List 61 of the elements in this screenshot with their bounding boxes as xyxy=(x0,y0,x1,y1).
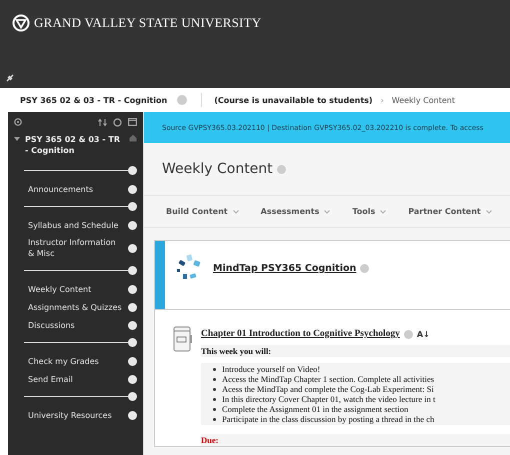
options-menu-icon[interactable] xyxy=(128,410,137,420)
university-name: GRAND VALLEY STATE UNIVERSITY xyxy=(34,15,262,31)
course-menu-link[interactable]: University Resources xyxy=(28,410,124,420)
menu-divider-handle[interactable] xyxy=(24,264,137,276)
toolbar-menu-button[interactable]: Partner Content xyxy=(408,207,492,216)
bullet-icon xyxy=(213,388,216,390)
bullet-icon xyxy=(213,418,216,420)
course-menu-title[interactable]: PSY 365 02 & 03 - TR - Cognition xyxy=(25,134,124,156)
course-status-text: (Course is unavailable to students) xyxy=(214,96,373,104)
course-menu-link[interactable]: Announcements xyxy=(28,184,124,194)
page-title: Weekly Content xyxy=(162,161,273,177)
course-menu-link[interactable]: Weekly Content xyxy=(28,284,124,294)
caret-icon xyxy=(380,210,386,214)
course-breadcrumb-link[interactable]: PSY 365 02 & 03 - TR - Cognition xyxy=(20,96,168,104)
drag-handle[interactable] xyxy=(155,241,165,309)
bullet-icon xyxy=(213,408,216,410)
task-list-item: Participate in the class discussion by posting a thread in the ch xyxy=(222,414,434,424)
caret-icon xyxy=(324,210,330,214)
task-list-item: Introduce yourself on Video! xyxy=(222,364,320,374)
due-label: Due: xyxy=(201,434,510,446)
toolbar-menu-button[interactable]: Assessments xyxy=(260,207,330,216)
course-menu-link[interactable]: Syllabus and Schedule xyxy=(28,220,124,230)
tool-link[interactable]: MindTap PSY365 Cognition xyxy=(213,263,356,274)
course-menu-link[interactable]: Discussions xyxy=(28,320,124,330)
expand-caret-icon[interactable] xyxy=(14,137,20,141)
settings-icon[interactable] xyxy=(14,118,22,126)
options-menu-icon[interactable] xyxy=(128,220,137,230)
menu-divider-handle[interactable] xyxy=(24,390,137,402)
folder-icon[interactable] xyxy=(128,118,137,126)
course-menu-link[interactable]: Instructor Information & Misc xyxy=(28,237,124,259)
course-menu-link[interactable]: Check my Grades xyxy=(28,356,124,366)
options-menu-icon[interactable] xyxy=(128,184,137,194)
caret-icon xyxy=(486,210,492,214)
menu-divider-handle[interactable] xyxy=(24,164,137,176)
mindtap-logo-icon xyxy=(175,253,203,281)
toolbar-menu-button[interactable]: Tools xyxy=(352,207,386,216)
item-title-link[interactable]: Chapter 01 Introduction to Cognitive Psychology xyxy=(201,329,400,339)
bullet-icon xyxy=(213,398,216,400)
task-list-item: In this directory Cover Chapter 01, watch the video lecture in t xyxy=(222,394,436,404)
bullet-icon xyxy=(213,368,216,370)
options-menu-icon[interactable] xyxy=(128,244,137,252)
current-page-breadcrumb: Weekly Content xyxy=(392,96,455,104)
menu-divider-handle[interactable] xyxy=(24,336,137,348)
task-list-item: Access the MindTap Chapter 1 section. Complete all activities xyxy=(222,374,434,384)
caret-icon xyxy=(232,210,239,214)
bullet-icon xyxy=(213,378,216,380)
task-list-item: Complete the Assignment 01 in the assignment section xyxy=(222,404,408,414)
refresh-icon[interactable] xyxy=(113,118,122,126)
task-list-item: Acess the MindTap and complete the Cog-Lab Experiment: Si xyxy=(222,384,434,394)
university-logo-icon xyxy=(12,14,30,32)
breadcrumb-separator: › xyxy=(380,96,384,104)
item-document-icon xyxy=(173,326,193,352)
item-intro-text: This week you will: xyxy=(201,345,510,357)
link-icon[interactable] xyxy=(6,74,14,82)
course-menu-link[interactable]: Assignments & Quizzes xyxy=(28,302,124,312)
menu-divider-handle[interactable] xyxy=(24,200,137,212)
toolbar-menu-button[interactable]: Build Content xyxy=(166,207,239,216)
course-menu-link[interactable]: Send Email xyxy=(28,374,124,384)
adaptive-release-mark: A↓ xyxy=(416,330,430,338)
home-icon[interactable] xyxy=(129,134,137,142)
reorder-arrows-icon[interactable] xyxy=(98,118,107,126)
